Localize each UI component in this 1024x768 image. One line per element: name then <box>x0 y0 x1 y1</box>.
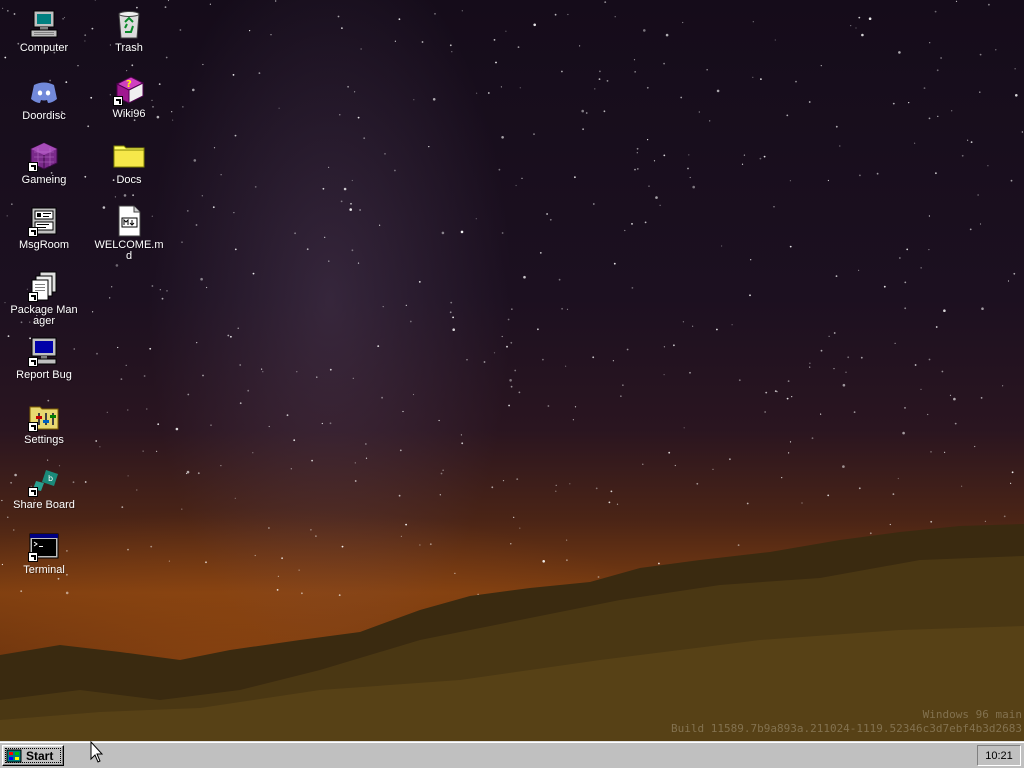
watermark-line-2: Build 11589.7b9a893a.211024-1119.52346c3… <box>671 722 1022 735</box>
recycle-bin-icon <box>113 8 145 40</box>
build-watermark: Windows 96 main Build 11589.7b9a893a.211… <box>671 708 1022 736</box>
desktop-icon-label: Trash <box>115 42 143 54</box>
purple-cube-icon <box>28 140 60 172</box>
settings-folder-icon <box>28 400 60 432</box>
desktop-icon-msgroom[interactable]: MsgRoom <box>6 205 82 251</box>
desktop-icon-label: Share Board <box>13 499 75 511</box>
folder-icon <box>113 140 145 172</box>
system-tray[interactable]: 10:21 <box>977 745 1021 766</box>
desktop-icon-share-board[interactable]: b Share Board <box>6 465 82 511</box>
desktop-icon-wiki96[interactable]: ? Wiki96 <box>91 74 167 120</box>
mouse-pointer-icon <box>90 741 104 763</box>
shortcut-arrow-icon <box>28 357 38 367</box>
desktop-icon-docs[interactable]: Docs <box>91 140 167 186</box>
start-label: Start <box>26 748 54 763</box>
start-button[interactable]: Start <box>2 745 64 766</box>
desktop-icon-computer[interactable]: Computer <box>6 8 82 54</box>
desktop-icon-label: Wiki96 <box>112 108 146 120</box>
desktop-icon-label: Package Manager <box>10 304 78 327</box>
discord-icon <box>28 76 60 108</box>
desktop-icon-settings[interactable]: Settings <box>6 400 82 446</box>
desktop-icon-label: Report Bug <box>16 369 72 381</box>
help-book-icon: ? <box>113 74 145 106</box>
desktop-icon-report-bug[interactable]: Report Bug <box>6 335 82 381</box>
share-board-icon: b <box>28 465 60 497</box>
svg-text:?: ? <box>126 79 132 90</box>
watermark-line-1: Windows 96 main <box>922 708 1022 721</box>
desktop-icon-label: Terminal <box>23 564 65 576</box>
computer-icon <box>28 8 60 40</box>
shortcut-arrow-icon <box>113 96 123 106</box>
desktop-icon-doordisc[interactable]: Doordisc <box>6 76 82 122</box>
shortcut-arrow-icon <box>28 487 38 497</box>
shortcut-arrow-icon <box>28 227 38 237</box>
shortcut-arrow-icon <box>28 292 38 302</box>
desktop-icon-terminal[interactable]: Terminal <box>6 530 82 576</box>
desktop-icon-label: WELCOME.md <box>94 239 164 262</box>
markdown-file-icon <box>113 205 145 237</box>
monitor-icon <box>28 335 60 367</box>
shortcut-arrow-icon <box>28 162 38 172</box>
clock: 10:21 <box>985 749 1013 762</box>
svg-text:b: b <box>48 474 53 483</box>
desktop[interactable]: Computer Doordisc Gameing MsgRoom Packag… <box>0 0 1024 741</box>
shortcut-arrow-icon <box>28 552 38 562</box>
chat-icon <box>28 205 60 237</box>
shortcut-arrow-icon <box>28 422 38 432</box>
terminal-icon <box>28 530 60 562</box>
desktop-icon-package-manager[interactable]: Package Manager <box>6 270 82 327</box>
desktop-icon-gameing[interactable]: Gameing <box>6 140 82 186</box>
desktop-icon-label: Docs <box>116 174 142 186</box>
desktop-icon-label: Settings <box>24 434 64 446</box>
taskbar: Start 10:21 <box>0 741 1024 768</box>
desktop-icon-trash[interactable]: Trash <box>91 8 167 54</box>
desktop-icon-label: Computer <box>19 42 69 54</box>
windows-logo-icon <box>6 748 22 764</box>
desktop-icon-welcome[interactable]: WELCOME.md <box>91 205 167 262</box>
package-icon <box>28 270 60 302</box>
desktop-icon-label: MsgRoom <box>18 239 70 251</box>
desktop-icon-label: Gameing <box>21 174 67 186</box>
desktop-icon-label: Doordisc <box>22 110 66 122</box>
